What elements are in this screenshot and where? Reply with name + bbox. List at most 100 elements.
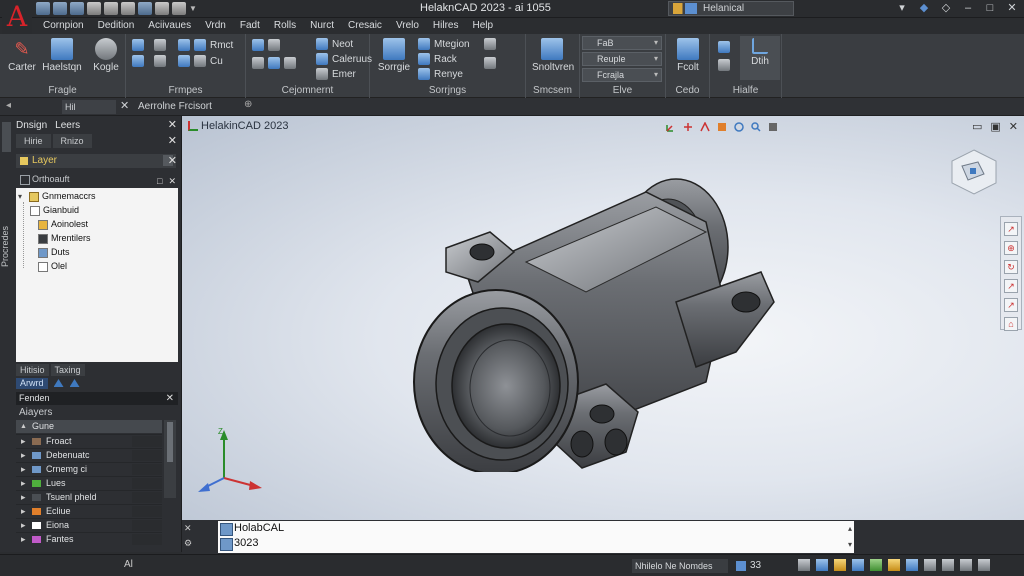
square-icon[interactable]: □ <box>157 174 162 188</box>
orbit-icon[interactable] <box>734 122 744 132</box>
measure-icon[interactable] <box>172 2 186 15</box>
close-icon[interactable]: ✕ <box>166 392 174 405</box>
vertical-tab[interactable]: Procredes <box>0 156 14 336</box>
property-row[interactable]: Froact <box>16 434 162 448</box>
pin-icon[interactable]: ⊕ <box>244 99 252 110</box>
menu-item[interactable]: Aciivaues <box>141 18 198 34</box>
minimize-icon[interactable]: ▭ <box>972 120 982 133</box>
circle-tool[interactable] <box>154 54 166 68</box>
filter-tab[interactable]: Hitisio <box>16 364 49 376</box>
snap-icon[interactable] <box>816 559 828 571</box>
line-tool[interactable] <box>154 38 166 52</box>
tree-node-root[interactable]: ▾ Gnmemaccrs <box>18 190 96 203</box>
renye-tool[interactable]: Renye <box>418 67 463 81</box>
mirror-tool[interactable] <box>252 56 296 70</box>
property-value[interactable] <box>132 450 162 461</box>
zoom-icon[interactable] <box>751 122 761 132</box>
close-icon[interactable]: ✕ <box>1009 120 1018 133</box>
menu-item[interactable]: Hilres <box>426 18 466 34</box>
property-row[interactable]: Ecliue <box>16 504 162 518</box>
property-value[interactable] <box>132 436 162 447</box>
caleruus-tool[interactable]: Caleruus <box>316 52 372 66</box>
properties-selected[interactable]: Gune <box>16 420 162 433</box>
square-icon[interactable] <box>768 122 778 132</box>
tree-node[interactable]: Duts <box>38 246 70 259</box>
zoom-icon[interactable]: ⊕ <box>1004 241 1018 255</box>
property-row[interactable]: Eiona <box>16 518 162 532</box>
pan-icon[interactable]: ↗ <box>1004 222 1018 236</box>
close-icon[interactable]: ✕ <box>168 174 176 188</box>
history-scroll[interactable]: ▴ ▾ <box>846 521 854 553</box>
qat-more-icon[interactable]: ▼ <box>189 2 197 15</box>
menu-item[interactable]: Nurct <box>303 18 341 34</box>
walk-icon[interactable]: ↗ <box>1004 298 1018 312</box>
new-icon[interactable] <box>36 2 50 15</box>
maximize-icon[interactable]: □ <box>984 2 996 14</box>
tool-icon[interactable] <box>155 2 169 15</box>
mtegion-tool[interactable]: Mtegion <box>418 37 470 51</box>
lineweight-icon[interactable] <box>888 559 900 571</box>
array-tool[interactable] <box>484 37 496 51</box>
property-value[interactable] <box>132 464 162 475</box>
subtab[interactable]: Hirie <box>16 134 51 148</box>
arrow-left-icon[interactable]: ◂ <box>6 100 11 111</box>
ortho-row[interactable]: Orthoauft □ ✕ <box>16 172 178 186</box>
maximize-icon[interactable]: ▣ <box>990 120 1000 133</box>
subtab[interactable]: Rnizo <box>52 134 92 148</box>
triangle-icon[interactable] <box>69 379 80 387</box>
clean-screen-icon[interactable] <box>960 559 972 571</box>
close-icon[interactable]: ✕ <box>168 134 177 147</box>
dropdown-icon[interactable]: ▾ <box>896 2 908 14</box>
ortho-icon[interactable] <box>834 559 846 571</box>
grid-tool[interactable]: Rmct <box>178 38 233 52</box>
filter-chip[interactable]: Arwrd <box>16 377 48 389</box>
undo-icon[interactable] <box>104 2 118 15</box>
property-value[interactable] <box>132 534 162 545</box>
save-icon[interactable] <box>70 2 84 15</box>
offset-tool[interactable] <box>484 56 496 70</box>
snoltvren-button[interactable]: Snoltvren <box>532 36 574 80</box>
property-row[interactable]: Lues <box>16 476 162 490</box>
close-icon[interactable]: ✕ <box>120 99 129 112</box>
menu-item[interactable]: Fadt <box>233 18 267 34</box>
hardware-icon[interactable] <box>942 559 954 571</box>
chevron-down-icon[interactable]: ▾ <box>18 190 26 203</box>
command-field[interactable]: Hil <box>62 100 116 114</box>
rotate-tool[interactable] <box>132 54 144 68</box>
close-icon[interactable]: ✕ <box>168 154 177 167</box>
fab-dropdown[interactable]: FaB <box>582 36 662 50</box>
user-icon[interactable]: ◆ <box>918 2 930 14</box>
measure-tool[interactable] <box>718 40 730 54</box>
property-row[interactable]: Debenuatc <box>16 448 162 462</box>
settings-icon[interactable]: ⚙ <box>184 538 214 549</box>
workspace-icon[interactable] <box>906 559 918 571</box>
menu-item[interactable]: Vrelo <box>389 18 426 34</box>
properties-scrollbar[interactable] <box>164 420 176 498</box>
close-icon[interactable]: ✕ <box>184 523 214 534</box>
tree-node[interactable]: Mrentilers <box>38 232 91 245</box>
tab-layers[interactable]: Leers <box>55 118 80 134</box>
dtih-button[interactable]: Dtih <box>740 36 780 80</box>
tab-design[interactable]: Dnsign <box>16 118 47 134</box>
app-logo[interactable]: A <box>2 0 32 34</box>
filter-tab[interactable]: Taxing <box>50 364 85 376</box>
haelstqn-button[interactable]: Haelstqn <box>42 36 82 80</box>
grid-icon[interactable] <box>798 559 810 571</box>
carter-button[interactable]: ✎ Carter <box>2 36 42 80</box>
isolate-icon[interactable] <box>924 559 936 571</box>
close-icon[interactable]: ✕ <box>168 118 177 131</box>
menu-item[interactable]: Vrdn <box>198 18 233 34</box>
tree-node[interactable]: Aoinolest <box>38 218 88 231</box>
search-input[interactable]: Helanical <box>668 1 794 16</box>
arrow-icon[interactable] <box>700 122 710 132</box>
emer-tool[interactable]: Emer <box>316 67 356 81</box>
model-tab[interactable]: Nhilelo Ne Nomdes <box>632 559 728 573</box>
workspace-combo[interactable]: Aerrolne Frcisort <box>134 100 238 114</box>
showmotion-icon[interactable]: ⌂ <box>1004 317 1018 331</box>
move-tool[interactable] <box>252 38 280 52</box>
menu-item[interactable]: Help <box>465 18 500 34</box>
property-value[interactable] <box>132 492 162 503</box>
flag-icon[interactable] <box>717 122 727 132</box>
cad-part-model[interactable] <box>406 152 786 472</box>
neot-tool[interactable]: Neot <box>316 37 353 51</box>
